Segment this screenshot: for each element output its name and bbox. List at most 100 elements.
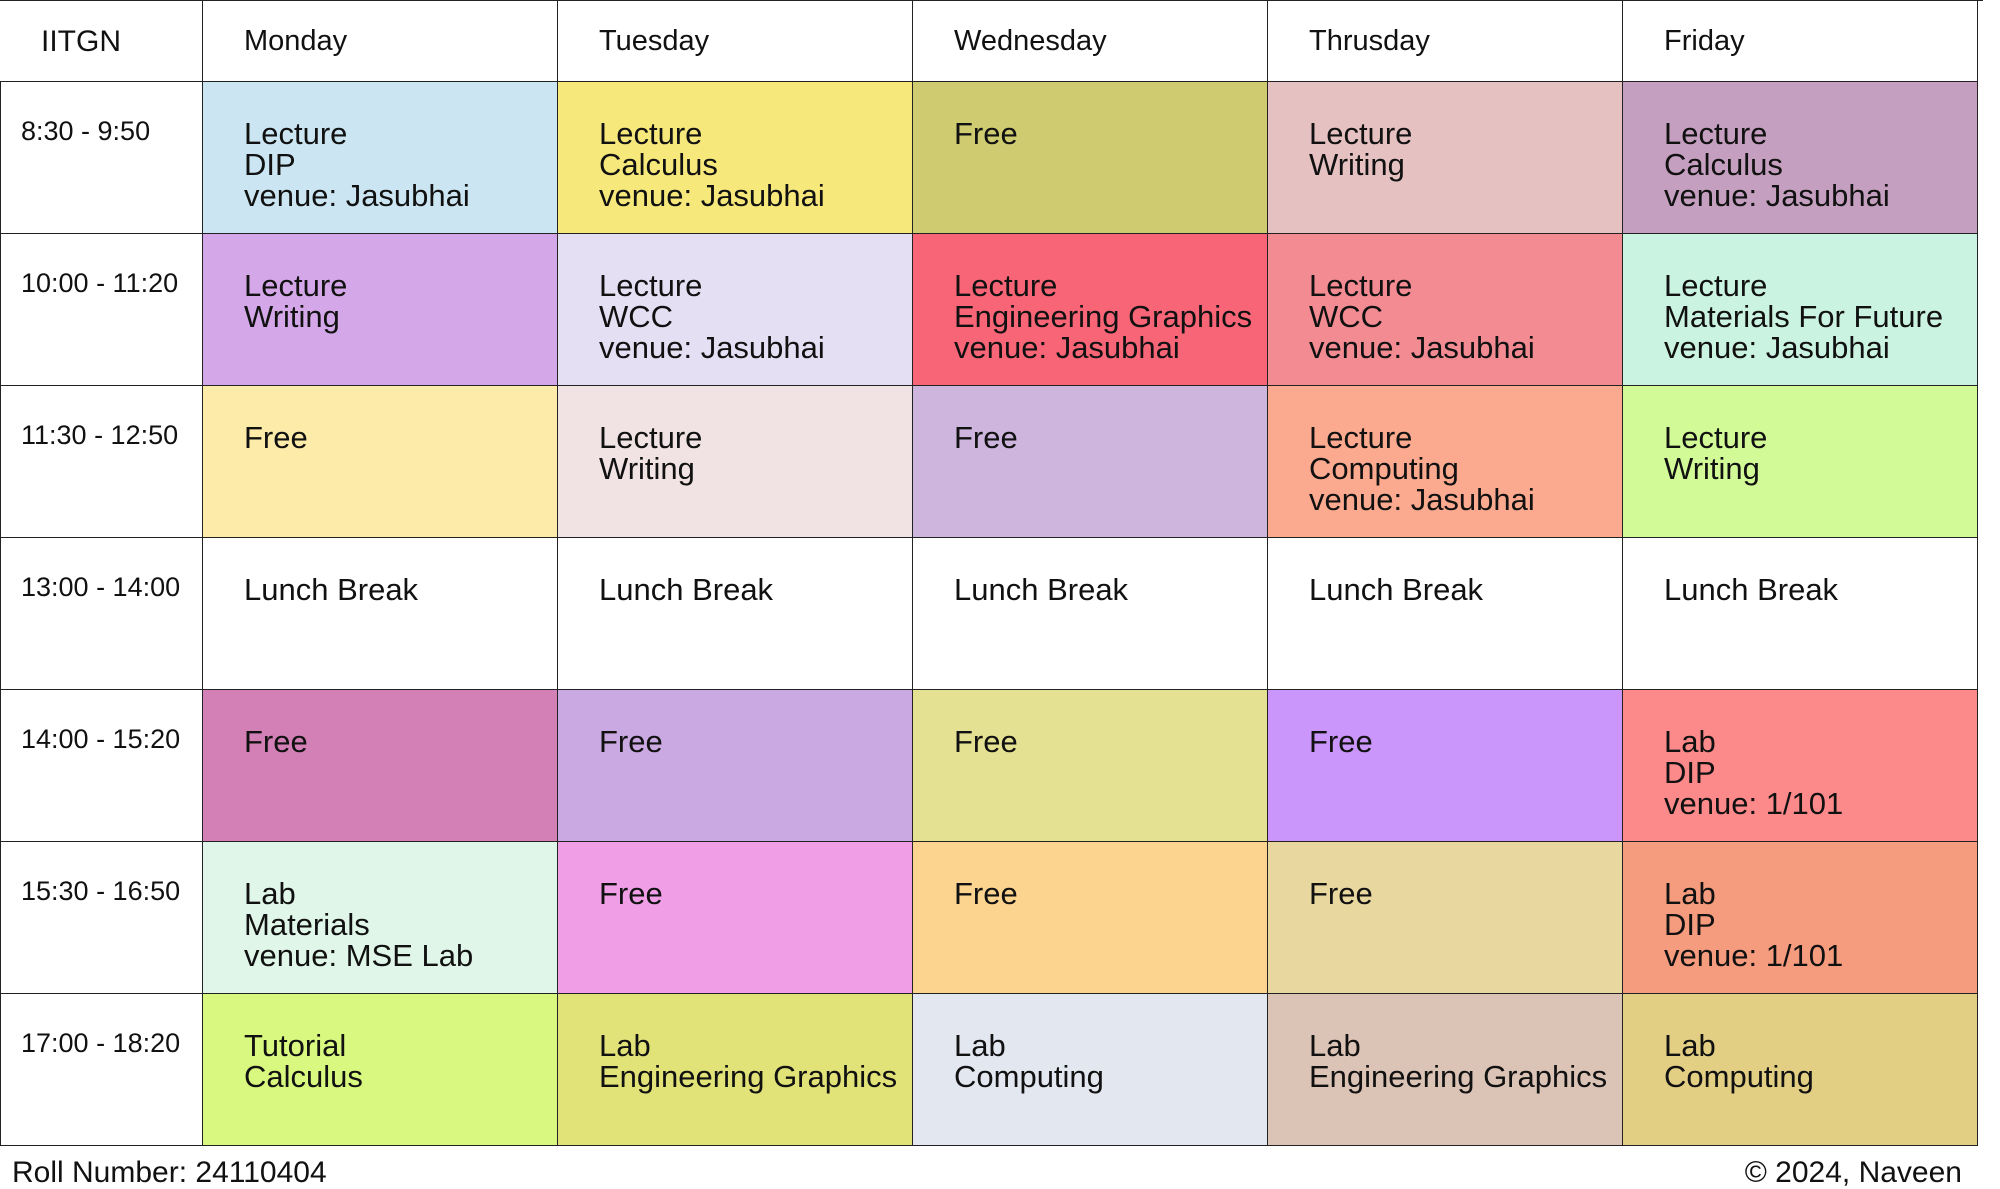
slot-text-line: Lunch Break [1309,572,1484,607]
slot-text-line: WCC [1309,299,1384,334]
slot-text-line: Free [954,116,1018,151]
slot-text-line: Lab [1664,724,1716,759]
slot-text-line: Lunch Break [244,572,419,607]
slot-text-line: Lecture [1664,116,1768,151]
slot-friday: Lunch Break [1623,538,1978,690]
time-slot-label: 11:30 - 12:50 [0,386,203,538]
slot-thursday: Lecture Writing [1268,82,1623,234]
slot-wednesday: Lab Computing [913,994,1268,1146]
time-slot-label: 10:00 - 11:20 [0,234,203,386]
slot-text-line: Lecture [599,268,703,303]
slot-text-line: venue: Jasubhai [599,178,825,213]
slot-monday: Lab Materials venue: MSE Lab [203,842,558,994]
slot-wednesday: Lunch Break [913,538,1268,690]
slot-tuesday: Lecture WCC venue: Jasubhai [558,234,913,386]
slot-text-line: Lunch Break [1664,572,1839,607]
slot-text-line: Tutorial [244,1028,347,1063]
time-slot-label: 14:00 - 15:20 [0,690,203,842]
slot-text-line: Writing [1664,451,1760,486]
slot-tuesday: Lunch Break [558,538,913,690]
slot-text-line: Lunch Break [954,572,1129,607]
slot-text-line: Calculus [599,147,718,182]
time-slot-label: 13:00 - 14:00 [0,538,203,690]
slot-tuesday: Lecture Writing [558,386,913,538]
slot-text-line: Computing [954,1059,1104,1094]
slot-text-line: Calculus [1664,147,1783,182]
day-header-wednesday: Wednesday [913,1,1268,82]
slot-text-line: Free [1309,876,1373,911]
slot-text-line: Materials For Future [1664,299,1944,334]
slot-text-line: Lab [1664,1028,1716,1063]
slot-text-line: Lab [599,1028,651,1063]
slot-text-line: venue: Jasubhai [244,178,470,213]
slot-wednesday: Free [913,842,1268,994]
slot-monday: Lunch Break [203,538,558,690]
slot-thursday: Lab Engineering Graphics [1268,994,1623,1146]
slot-wednesday: Free [913,690,1268,842]
slot-text-line: Engineering Graphics [954,299,1253,334]
time-slot-label: 8:30 - 9:50 [0,82,203,234]
slot-thursday: Lecture Computing venue: Jasubhai [1268,386,1623,538]
slot-thursday: Free [1268,690,1623,842]
slot-thursday: Lecture WCC venue: Jasubhai [1268,234,1623,386]
slot-text-line: Lab [244,876,296,911]
roll-number: Roll Number: 24110404 [12,1156,327,1189]
slot-text-line: Calculus [244,1059,363,1094]
slot-text-line: venue: Jasubhai [1309,482,1535,517]
slot-text-line: venue: Jasubhai [1664,330,1890,365]
day-header-friday: Friday [1623,1,1978,82]
slot-text-line: Computing [1309,451,1459,486]
slot-text-line: Lab [954,1028,1006,1063]
time-slot-label: 17:00 - 18:20 [0,994,203,1146]
slot-friday: Lab Computing [1623,994,1978,1146]
slot-text-line: Engineering Graphics [1309,1059,1608,1094]
day-header-monday: Monday [203,1,558,82]
slot-text-line: Engineering Graphics [599,1059,898,1094]
slot-text-line: Lunch Break [599,572,774,607]
slot-text-line: venue: 1/101 [1664,938,1844,973]
slot-monday: Tutorial Calculus [203,994,558,1146]
slot-text-line: DIP [244,147,296,182]
slot-text-line: Computing [1664,1059,1814,1094]
slot-text-line: Lecture [1664,420,1768,455]
slot-text-line: Free [954,724,1018,759]
slot-text-line: venue: Jasubhai [1309,330,1535,365]
slot-text-line: Writing [244,299,340,334]
slot-text-line: DIP [1664,907,1716,942]
slot-text-line: Free [244,420,308,455]
time-slot-label: 15:30 - 16:50 [0,842,203,994]
slot-tuesday: Free [558,690,913,842]
slot-wednesday: Free [913,386,1268,538]
slot-text-line: Free [954,420,1018,455]
slot-text-line: Lecture [1664,268,1768,303]
slot-text-line: Lecture [599,116,703,151]
slot-friday: Lecture Writing [1623,386,1978,538]
slot-text-line: Lecture [1309,268,1413,303]
slot-text-line: Free [1309,724,1373,759]
slot-friday: Lecture Calculus venue: Jasubhai [1623,82,1978,234]
slot-text-line: Free [954,876,1018,911]
slot-thursday: Free [1268,842,1623,994]
slot-text-line: Lecture [599,420,703,455]
slot-monday: Lecture DIP venue: Jasubhai [203,82,558,234]
slot-text-line: venue: Jasubhai [599,330,825,365]
slot-text-line: Lecture [954,268,1058,303]
day-header-thursday: Thrusday [1268,1,1623,82]
slot-text-line: Materials [244,907,370,942]
slot-wednesday: Lecture Engineering Graphics venue: Jasubh… [913,234,1268,386]
slot-tuesday: Free [558,842,913,994]
slot-text-line: venue: Jasubhai [1664,178,1890,213]
slot-friday: Lecture Materials For Future venue: Jasubh… [1623,234,1978,386]
slot-text-line: WCC [599,299,674,334]
slot-wednesday: Free [913,82,1268,234]
institute-label: IITGN [0,1,203,82]
slot-text-line: Writing [1309,147,1405,182]
slot-monday: Free [203,690,558,842]
slot-text-line: Lecture [244,268,348,303]
slot-text-line: Lecture [1309,116,1413,151]
slot-tuesday: Lecture Calculus venue: Jasubhai [558,82,913,234]
slot-text-line: DIP [1664,755,1716,790]
slot-friday: Lab DIP venue: 1/101 [1623,690,1978,842]
slot-text-line: Free [599,724,663,759]
slot-monday: Free [203,386,558,538]
